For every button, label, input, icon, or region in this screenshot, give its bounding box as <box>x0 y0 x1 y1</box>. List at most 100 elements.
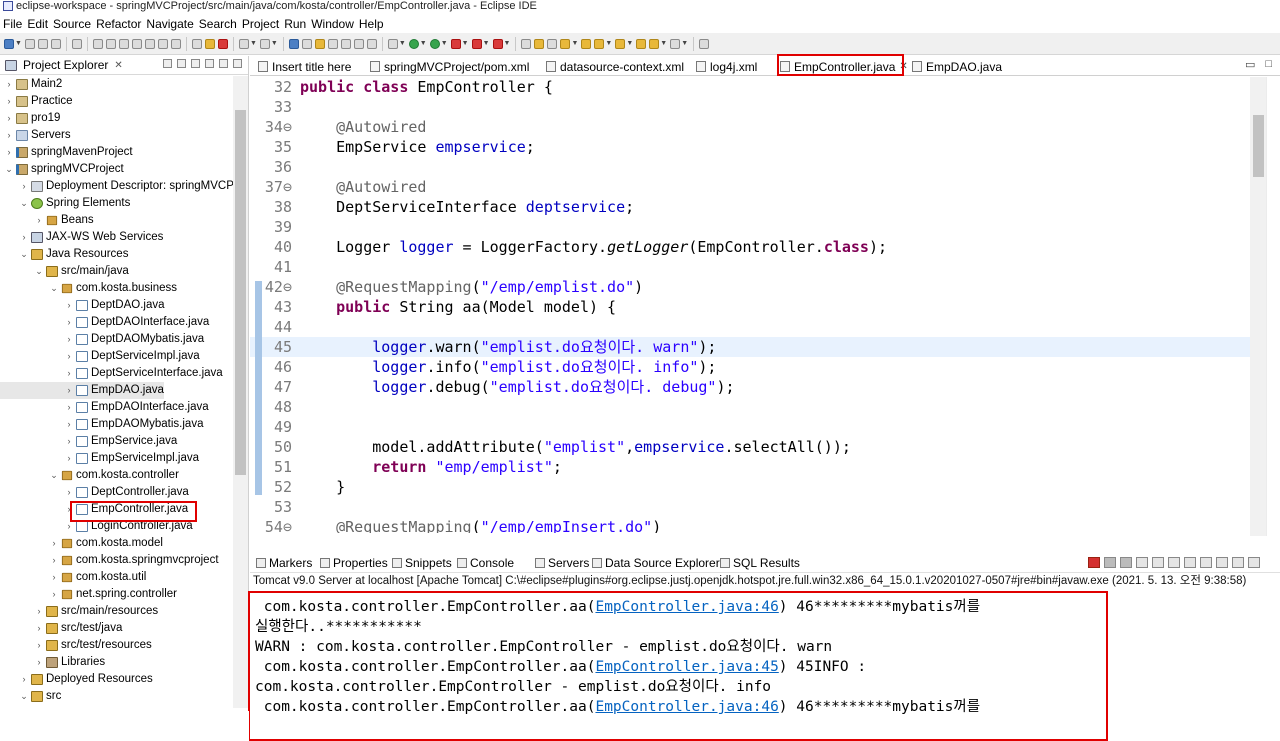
block-selection-icon[interactable] <box>340 38 351 49</box>
tree-item[interactable]: › com.kosta.springmvcproject <box>0 552 219 569</box>
collapse-arrow-icon[interactable]: › <box>64 433 74 450</box>
collapse-arrow-icon[interactable]: › <box>34 620 44 637</box>
tree-item[interactable]: ⌄ src <box>0 688 61 705</box>
collapse-arrow-icon[interactable]: › <box>64 348 74 365</box>
save-icon[interactable] <box>24 38 35 49</box>
open-console-icon[interactable] <box>1216 557 1228 568</box>
menu-file[interactable]: File <box>3 17 27 31</box>
tree-item[interactable]: ⌄ Java Resources <box>0 246 128 263</box>
menu-search[interactable]: Search <box>199 17 242 31</box>
chevron-down-icon[interactable]: ▼ <box>626 40 633 47</box>
close-icon[interactable]: ✕ <box>114 60 122 71</box>
step-into-icon[interactable] <box>144 38 155 49</box>
tree-item[interactable]: › src/test/java <box>0 620 122 637</box>
print-icon[interactable] <box>50 38 61 49</box>
open-folder-icon[interactable] <box>581 38 592 49</box>
collapse-arrow-icon[interactable]: › <box>64 416 74 433</box>
menu-source[interactable]: Source <box>53 17 96 31</box>
show-paragraph-icon[interactable] <box>366 38 377 49</box>
collapse-arrow-icon[interactable]: › <box>34 654 44 671</box>
toggle-breadcrumb-icon[interactable] <box>327 38 338 49</box>
tree-item[interactable]: › Beans <box>0 212 94 229</box>
menu-navigate[interactable]: Navigate <box>146 17 198 31</box>
chevron-down-icon[interactable]: ▼ <box>483 40 490 47</box>
tree-item[interactable]: › EmpDAOMybatis.java <box>0 416 203 433</box>
scroll-lock-icon[interactable] <box>1152 557 1164 568</box>
collapse-arrow-icon[interactable]: › <box>49 552 59 569</box>
new-spring-icon[interactable] <box>259 38 270 49</box>
filter-icon[interactable] <box>191 59 200 68</box>
refresh-icon[interactable] <box>217 38 228 49</box>
open-perspective-icon[interactable] <box>521 38 532 49</box>
open-task-icon[interactable] <box>534 38 545 49</box>
expand-arrow-icon[interactable]: ⌄ <box>19 246 29 263</box>
show-whitespace-icon[interactable] <box>353 38 364 49</box>
menu-window[interactable]: Window <box>311 17 359 31</box>
expand-arrow-icon[interactable]: ⌄ <box>19 688 29 705</box>
collapse-arrow-icon[interactable]: › <box>49 586 59 603</box>
new-icon[interactable] <box>4 38 14 49</box>
collapse-arrow-icon[interactable]: › <box>64 314 74 331</box>
publish-icon[interactable] <box>492 38 503 49</box>
annotation-icon[interactable] <box>560 38 571 49</box>
collapse-arrow-icon[interactable]: › <box>64 297 74 314</box>
tree-item[interactable]: › springMavenProject <box>0 144 133 161</box>
explorer-scrollbar[interactable] <box>233 76 248 708</box>
tree-item[interactable]: › EmpDAOInterface.java <box>0 399 209 416</box>
collapse-arrow-icon[interactable]: › <box>64 382 74 399</box>
pin-editor-icon[interactable] <box>699 38 710 49</box>
tree-item[interactable]: › Practice <box>0 93 73 110</box>
web-browser-icon[interactable] <box>288 38 299 49</box>
collapse-arrow-icon[interactable]: › <box>64 365 74 382</box>
maximize-icon[interactable] <box>1248 557 1260 568</box>
chevron-down-icon[interactable]: ▼ <box>605 40 612 47</box>
chevron-down-icon[interactable]: ▼ <box>250 40 257 47</box>
tree-item[interactable]: ⌄ com.kosta.controller <box>0 467 179 484</box>
maximize-icon[interactable]: □ <box>1265 58 1272 71</box>
minimize-icon[interactable] <box>219 59 228 68</box>
collapse-arrow-icon[interactable]: › <box>19 178 29 195</box>
tree-item[interactable]: › src/test/resources <box>0 637 152 654</box>
external-tools-icon[interactable] <box>450 38 461 49</box>
disconnect-icon[interactable] <box>131 38 142 49</box>
collapse-arrow-icon[interactable]: › <box>19 229 29 246</box>
tree-item[interactable]: › JAX-WS Web Services <box>0 229 163 246</box>
tab-project-explorer[interactable]: Project Explorer ✕ <box>3 58 123 72</box>
tree-item[interactable]: ⌄ com.kosta.business <box>0 280 177 297</box>
tree-item[interactable]: › EmpDAO.java <box>0 382 164 399</box>
code-editor[interactable]: 32 public class EmpController {33 34⊖ @Aut… <box>250 77 1250 533</box>
tab-snippets[interactable]: Snippets <box>392 556 452 570</box>
menu-run[interactable]: Run <box>284 17 311 31</box>
tree-item[interactable]: › src/main/resources <box>0 603 158 620</box>
collapse-arrow-icon[interactable]: › <box>4 110 14 127</box>
collapse-arrow-icon[interactable]: › <box>64 399 74 416</box>
step-return-icon[interactable] <box>170 38 181 49</box>
pin-console-icon[interactable] <box>1184 557 1196 568</box>
view-menu-icon[interactable] <box>205 59 214 68</box>
suspend-icon[interactable] <box>105 38 116 49</box>
chevron-down-icon[interactable]: ▼ <box>399 40 406 47</box>
tab-markers[interactable]: Markers <box>256 556 312 570</box>
collapse-arrow-icon[interactable]: › <box>64 331 74 348</box>
minimize-icon[interactable]: ▭ <box>1245 58 1255 71</box>
tree-item[interactable]: › DeptDAOMybatis.java <box>0 331 204 348</box>
collapse-arrow-icon[interactable]: › <box>49 569 59 586</box>
tree-item[interactable]: › EmpServiceImpl.java <box>0 450 199 467</box>
step-over-icon[interactable] <box>157 38 168 49</box>
menu-project[interactable]: Project <box>242 17 284 31</box>
chevron-down-icon[interactable]: ▼ <box>504 40 511 47</box>
chevron-down-icon[interactable]: ▼ <box>681 40 688 47</box>
tree-item[interactable]: › net.spring.controller <box>0 586 178 603</box>
tree-item[interactable]: › pro19 <box>0 110 60 127</box>
tab-pom-xml[interactable]: springMVCProject/pom.xml <box>370 58 529 75</box>
tree-item[interactable]: › Libraries <box>0 654 105 671</box>
tree-item[interactable]: › EmpService.java <box>0 433 177 450</box>
clear-console-icon[interactable] <box>1136 557 1148 568</box>
collapse-arrow-icon[interactable]: › <box>4 144 14 161</box>
next-annotation-icon[interactable] <box>594 38 605 49</box>
resume-icon[interactable] <box>92 38 103 49</box>
collapse-arrow-icon[interactable]: › <box>19 671 29 688</box>
tab-console[interactable]: Console <box>457 556 514 570</box>
skip-breakpoints-icon[interactable] <box>71 38 82 49</box>
stop-server-icon[interactable] <box>471 38 482 49</box>
